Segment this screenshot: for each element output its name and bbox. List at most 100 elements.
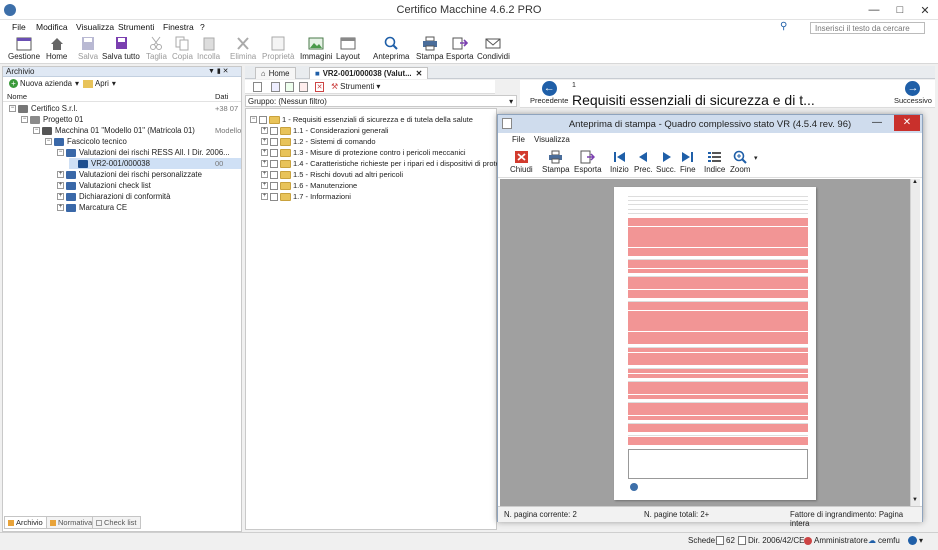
tab-vr2[interactable]: ■ VR2-001/000038 (Valut... ✕ [309,67,429,79]
remove-icon[interactable]: ✕ [315,82,324,92]
layout-button[interactable]: Layout [336,36,360,63]
archive-tree-row[interactable]: − Valutazioni dei rischi RESS All. I Dir.… [57,147,230,158]
requirement-checkbox[interactable] [270,192,278,201]
maximize-button[interactable]: □ [888,0,912,20]
save-button[interactable]: Salva [78,36,98,63]
cut-button[interactable]: Taglia [146,36,167,63]
expand-icon[interactable]: + [57,171,64,178]
check-icon[interactable] [285,82,294,92]
user-status[interactable]: Amministratore [804,536,868,545]
requirement-row[interactable]: +1.4 - Caratteristiche richieste per i r… [261,158,518,169]
scroll-down-icon[interactable]: ▼ [912,497,918,503]
requirement-row[interactable]: +1.5 - Rischi dovuti ad altri pericoli [261,169,403,180]
archive-tree-row[interactable]: + Marcatura CE [57,202,127,213]
help-status[interactable]: ▾ [908,536,923,545]
search-icon[interactable]: ⚲ [780,21,787,32]
expand-icon[interactable]: + [57,204,64,211]
page-icon[interactable] [271,82,280,92]
dialog-menu-file[interactable]: File [512,135,525,144]
close-tab-icon[interactable]: ✕ [416,69,423,78]
collapse-icon[interactable]: − [57,149,64,156]
expand-icon[interactable]: + [261,149,268,156]
expand-icon[interactable]: + [261,193,268,200]
archive-tree-row[interactable]: − Fascicolo tecnico [45,136,127,147]
minimize-button[interactable]: — [862,0,886,20]
tab-archivio[interactable]: Archivio [4,516,47,529]
requirement-checkbox[interactable] [270,181,278,190]
chevron-down-icon[interactable]: ▾ [754,154,758,162]
menu-modifica[interactable]: Modifica [36,22,68,32]
close-window-button[interactable]: ✕ [913,0,937,20]
preview-canvas[interactable] [500,179,910,506]
archive-tree-row[interactable]: − Progetto 01 [21,114,83,125]
collapse-icon[interactable]: − [9,105,16,112]
menu-strumenti[interactable]: Strumenti [118,22,154,32]
preview-export-button[interactable]: Esporta [574,150,602,177]
preview-button[interactable]: Anteprima [373,36,409,63]
images-button[interactable]: Immagini [300,36,332,63]
requirement-checkbox[interactable] [270,159,278,168]
print-button[interactable]: Stampa [416,36,444,63]
expand-icon[interactable]: + [57,182,64,189]
requirement-checkbox[interactable] [270,126,278,135]
requirement-checkbox[interactable] [270,148,278,157]
minimize-dialog-button[interactable]: — [872,117,882,128]
menu-visualizza[interactable]: Visualizza [76,22,114,32]
close-dialog-button[interactable]: ✕ [894,115,920,131]
requirement-checkbox[interactable] [270,170,278,179]
collapse-icon[interactable]: − [45,138,52,145]
requirement-row[interactable]: +1.2 - Sistemi di comando [261,136,376,147]
directive-status[interactable]: Dir. 2006/42/CE [738,536,804,545]
requirement-row[interactable]: +1.1 - Considerazioni generali [261,125,388,136]
next-button[interactable]: → Successivo [894,81,932,105]
prev-page-button[interactable]: Prec. [634,150,653,177]
requirement-row[interactable]: +1.7 - Informazioni [261,191,351,202]
share-button[interactable]: Condividi [477,36,510,63]
archive-tree-row[interactable]: + Valutazioni check list [57,180,151,191]
preview-print-button[interactable]: Stampa [542,150,570,177]
col-name-header[interactable]: Nome [7,92,27,101]
preview-scrollbar[interactable]: ▲ ▼ [910,179,920,506]
collapse-icon[interactable]: − [21,116,28,123]
menu-finestra[interactable]: Finestra [163,22,194,32]
expand-icon[interactable]: + [261,182,268,189]
copy-button[interactable]: Copia [172,36,193,63]
requirement-row[interactable]: − 1 - Requisiti essenziali di sicurezza e… [250,114,473,125]
tab-normativa[interactable]: Normativa [46,516,97,529]
collapse-icon[interactable]: − [250,116,257,123]
preview-close-button[interactable]: Chiudi [510,150,533,177]
paste-button[interactable]: Incolla [197,36,220,63]
new-icon[interactable] [253,82,262,92]
archive-tree-row[interactable]: − Certifico S.r.l. [9,103,77,114]
requirement-row[interactable]: +1.6 - Manutenzione [261,180,357,191]
expand-icon[interactable]: + [261,127,268,134]
tab-checklist[interactable]: Check list [92,516,141,529]
group-filter-select[interactable]: Gruppo: (Nessun filtro) ▾ [245,95,517,107]
requirement-checkbox[interactable] [270,137,278,146]
menu-help[interactable]: ? [200,22,205,32]
dialog-menu-visualizza[interactable]: Visualizza [534,135,570,144]
archive-tree-row[interactable]: + Dichiarazioni di conformità [57,191,170,202]
properties-button[interactable]: Proprietà [262,36,294,63]
requirement-row[interactable]: +1.3 - Misure di protezione contro i per… [261,147,466,158]
expand-icon[interactable]: + [57,193,64,200]
next-page-button[interactable]: Succ. [656,150,676,177]
index-button[interactable]: Indice [704,150,725,177]
pin-icon[interactable]: ▼ ▮ ✕ [208,67,229,75]
archive-tree-row[interactable]: − Macchina 01 "Modello 01" (Matricola 01) [33,125,195,136]
site-status[interactable]: ☁ cemfu [868,536,900,545]
export-button[interactable]: Esporta [446,36,474,63]
search-input[interactable]: Inserisci il testo da cercare [810,22,925,34]
requirement-checkbox[interactable] [259,115,267,124]
strumenti-dropdown[interactable]: ⚒ Strumenti ▾ [331,82,380,91]
collapse-icon[interactable]: − [33,127,40,134]
menu-file[interactable]: File [12,22,26,32]
delete-button[interactable]: Elimina [230,36,256,63]
tab-home[interactable]: ⌂ Home [255,67,296,79]
save-all-button[interactable]: Salva tutto [102,36,140,63]
expand-icon[interactable]: + [261,138,268,145]
previous-button[interactable]: ← Precedente [530,81,568,105]
open-button[interactable]: Apri ▾ [83,79,116,88]
last-page-button[interactable]: Fine [680,150,696,177]
expand-icon[interactable]: + [261,160,268,167]
